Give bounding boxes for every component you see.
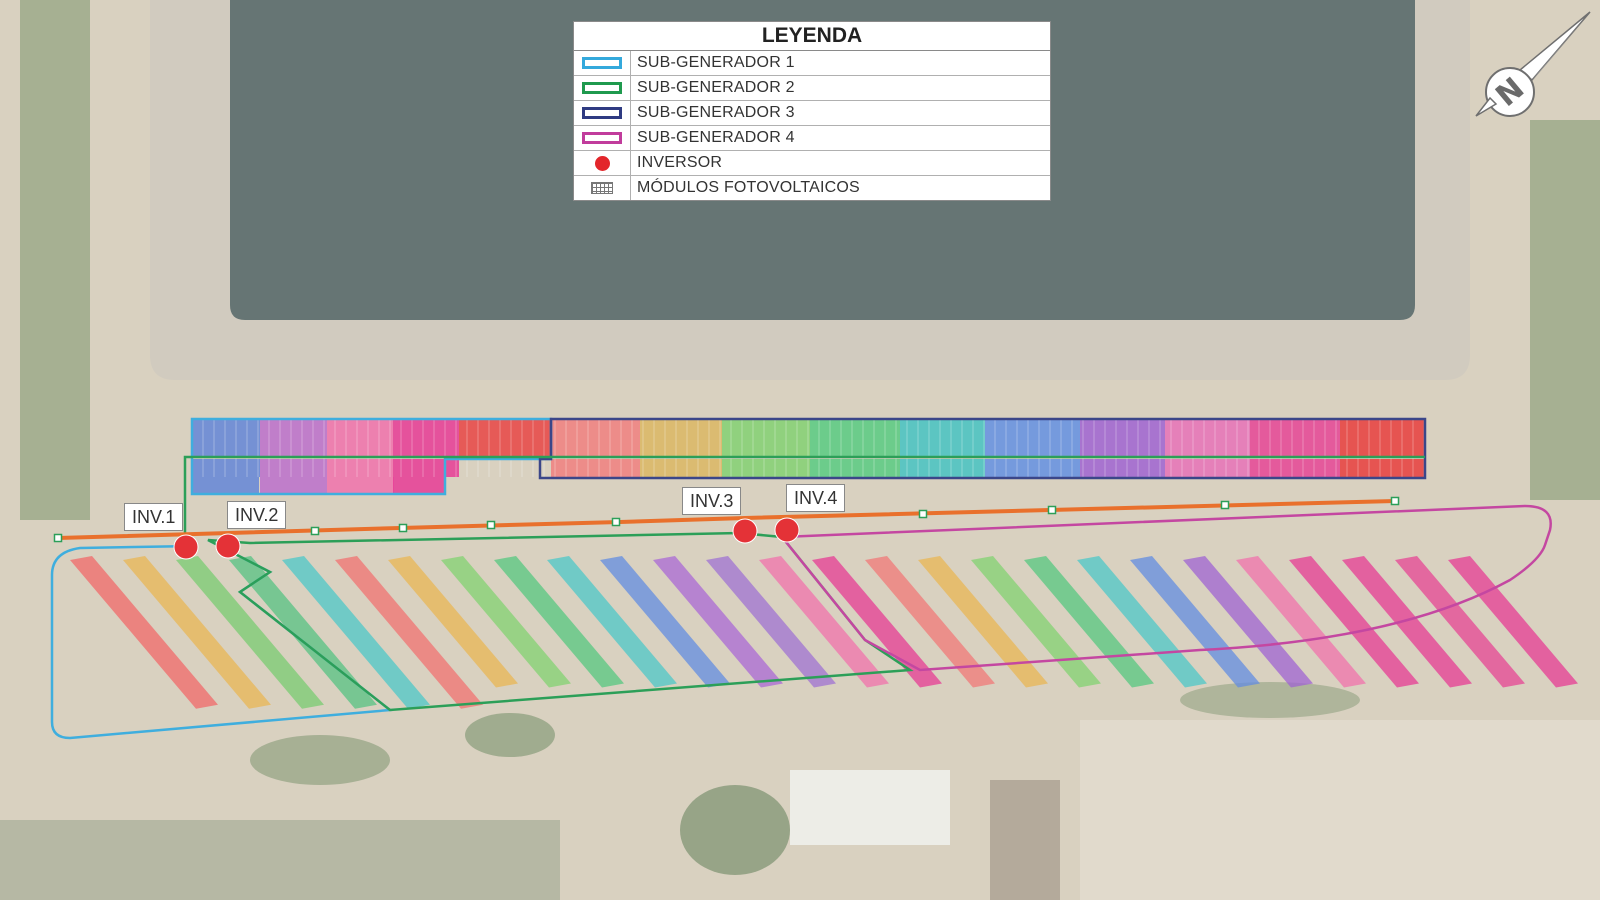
legend-row-sub-generador-1: SUB-GENERADOR 1 bbox=[574, 51, 1050, 76]
legend-row-sub-generador-2: SUB-GENERADOR 2 bbox=[574, 76, 1050, 101]
legend-label: SUB-GENERADOR 4 bbox=[637, 129, 795, 146]
legend-row-inversor: INVERSOR bbox=[574, 151, 1050, 176]
inverter-1-label: INV.1 bbox=[124, 503, 184, 531]
sub-generador-3-swatch-icon bbox=[582, 107, 622, 119]
legend-row-sub-generador-3: SUB-GENERADOR 3 bbox=[574, 101, 1050, 126]
inverter-4-label: INV.4 bbox=[786, 484, 846, 512]
legend-row-modulos: MÓDULOS FOTOVOLTAICOS bbox=[574, 176, 1050, 200]
inverter-dot-icon bbox=[594, 155, 610, 171]
inverter-2-label: INV.2 bbox=[227, 501, 287, 529]
sub-generador-1-swatch-icon bbox=[582, 57, 622, 69]
legend-title: LEYENDA bbox=[574, 22, 1050, 51]
legend-row-sub-generador-4: SUB-GENERADOR 4 bbox=[574, 126, 1050, 151]
pv-module-grid-icon bbox=[591, 182, 613, 194]
legend-label: SUB-GENERADOR 1 bbox=[637, 54, 795, 71]
legend-label: SUB-GENERADOR 2 bbox=[637, 79, 795, 96]
legend-label: INVERSOR bbox=[637, 154, 723, 171]
legend-label: MÓDULOS FOTOVOLTAICOS bbox=[637, 179, 860, 196]
sub-generador-2-swatch-icon bbox=[582, 82, 622, 94]
north-arrow-icon: N bbox=[1475, 11, 1591, 117]
map-legend: LEYENDA SUB-GENERADOR 1 SUB-GENERADOR 2 … bbox=[573, 21, 1051, 201]
legend-label: SUB-GENERADOR 3 bbox=[637, 104, 795, 121]
sub-generador-4-swatch-icon bbox=[582, 132, 622, 144]
inverter-3-label: INV.3 bbox=[682, 487, 742, 515]
